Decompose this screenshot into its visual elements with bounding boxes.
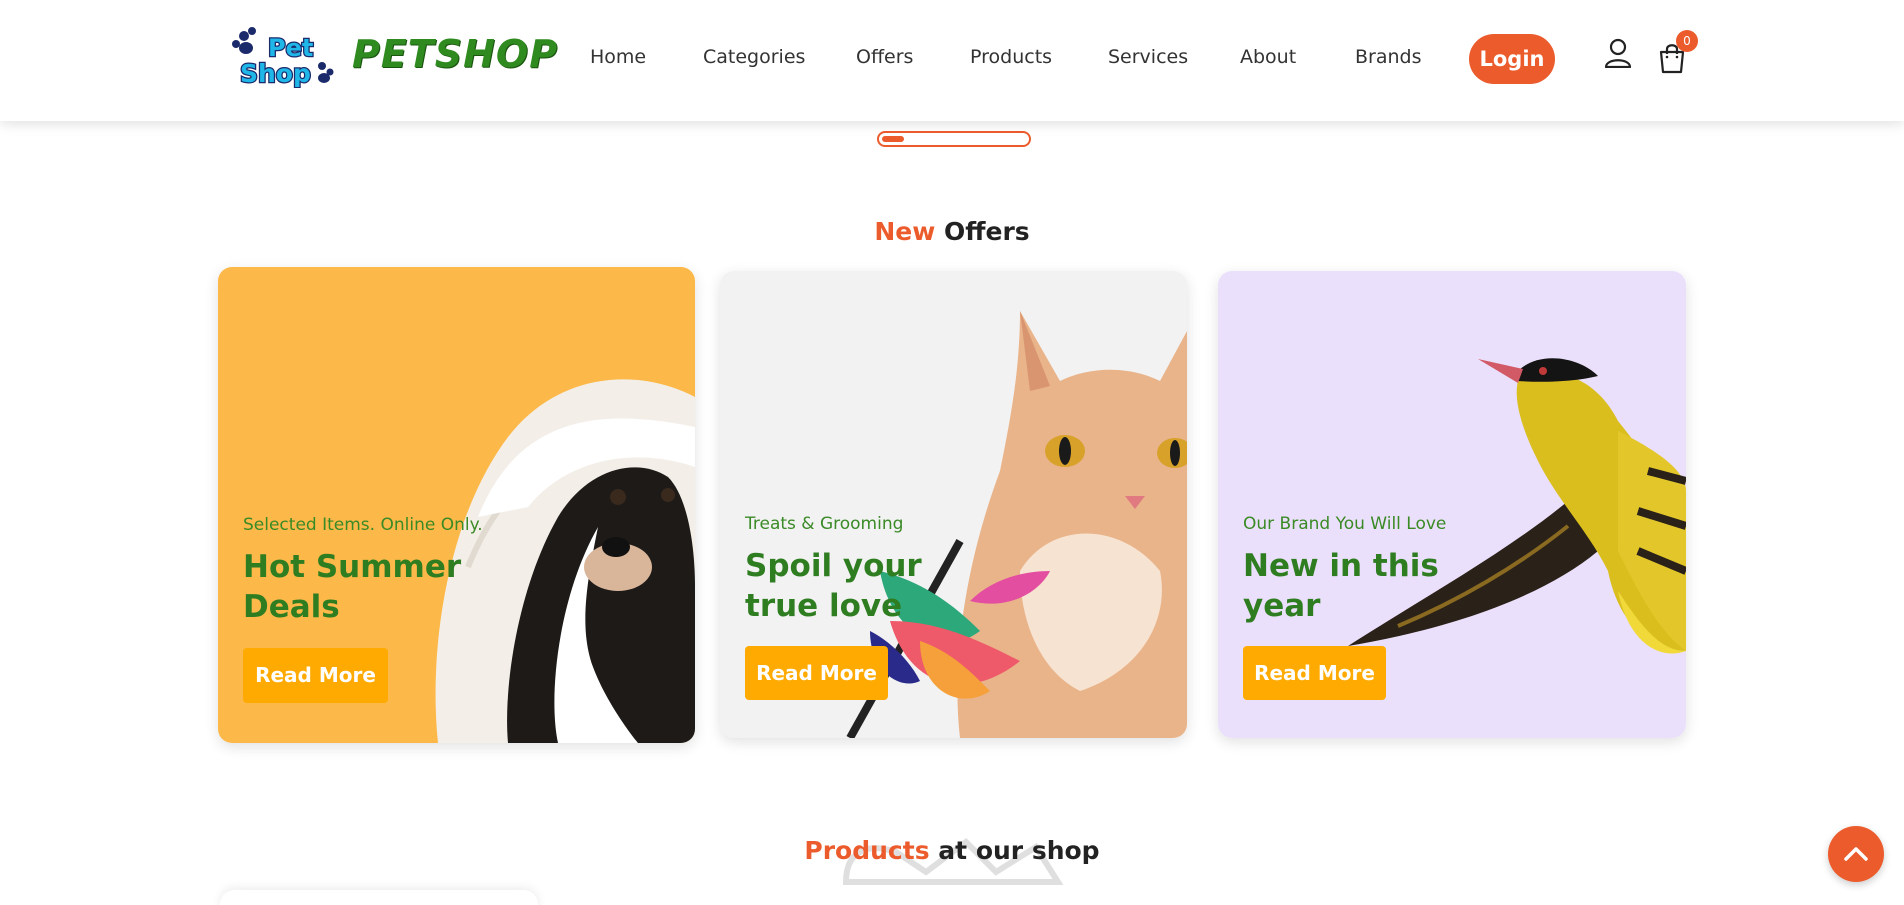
read-more-button[interactable]: Read More — [745, 646, 888, 700]
offer-card-title: Hot Summer Deals — [243, 549, 462, 625]
site-header: Pet Shop PETSHOP Home Categories Offers … — [0, 0, 1904, 121]
scroll-to-top-button[interactable] — [1828, 826, 1884, 882]
products-title-rest: at our shop — [938, 836, 1100, 865]
read-more-button[interactable]: Read More — [1243, 646, 1386, 700]
chevron-up-icon — [1844, 847, 1868, 861]
offer-card-title: Spoil your true love — [745, 548, 922, 624]
nav-categories[interactable]: Categories — [703, 46, 805, 68]
login-button[interactable]: Login — [1469, 34, 1555, 84]
nav-home[interactable]: Home — [590, 46, 646, 68]
offers-section-title: New Offers — [0, 217, 1904, 246]
products-title-accent: Products — [804, 836, 930, 865]
offer-card-brand[interactable]: Our Brand You Will Love New in this year… — [1218, 271, 1686, 738]
offer-card-subtitle: Treats & Grooming — [745, 514, 904, 534]
offers-title-accent: New — [874, 217, 936, 246]
nav-about[interactable]: About — [1240, 46, 1296, 68]
nav-services[interactable]: Services — [1108, 46, 1188, 68]
read-more-button[interactable]: Read More — [243, 648, 388, 703]
nav-products[interactable]: Products — [970, 46, 1052, 68]
offers-title-rest: Offers — [944, 217, 1030, 246]
slider-progress[interactable] — [877, 131, 1031, 147]
nav-offers[interactable]: Offers — [856, 46, 913, 68]
offer-card-treats[interactable]: Treats & Grooming Spoil your true love R… — [720, 271, 1187, 738]
offer-card-subtitle: Selected Items. Online Only. — [243, 515, 483, 535]
products-section-title: Products at our shop — [0, 836, 1904, 865]
product-card[interactable] — [220, 890, 538, 905]
user-icon[interactable] — [1604, 38, 1632, 68]
slider-progress-fill — [882, 136, 904, 142]
cart-count-badge: 0 — [1676, 30, 1698, 52]
nav-brands[interactable]: Brands — [1355, 46, 1422, 68]
offer-card-title: New in this year — [1243, 548, 1439, 624]
offer-card-summer[interactable]: Selected Items. Online Only. Hot Summer … — [218, 267, 695, 743]
offer-card-subtitle: Our Brand You Will Love — [1243, 514, 1447, 534]
